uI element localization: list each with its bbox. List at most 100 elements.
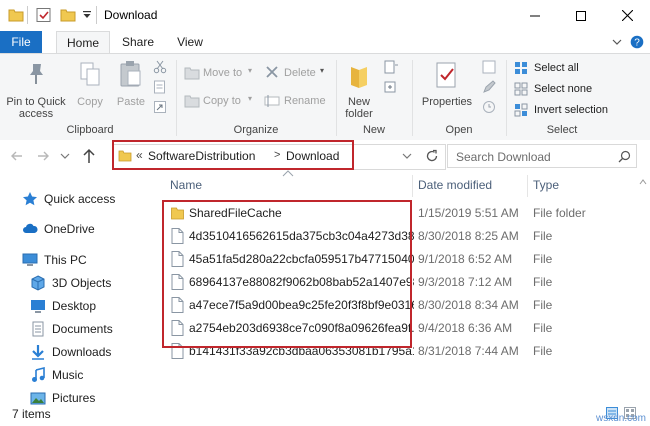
delete-x-icon: [266, 66, 278, 78]
nav-documents[interactable]: Documents: [30, 318, 180, 340]
dropdown-arrow-icon: ▾: [320, 66, 325, 75]
nav-label: Pictures: [52, 391, 96, 405]
nav-music[interactable]: Music: [30, 364, 180, 386]
copy-label: Copy: [77, 96, 103, 108]
move-to-button[interactable]: Move to ▾: [184, 64, 258, 82]
file-type: File folder: [533, 206, 586, 220]
sort-ascending-icon: [282, 170, 294, 177]
file-date-modified: 1/15/2019 5:51 AM: [418, 206, 519, 220]
file-type: File: [533, 229, 553, 243]
copy-to-icon: [184, 95, 200, 108]
select-all-icon: [515, 62, 527, 74]
properties-button[interactable]: Properties: [418, 58, 476, 120]
new-folder-button[interactable]: New folder: [340, 58, 378, 120]
delete-label: Delete: [284, 67, 316, 79]
folder-icon: [8, 9, 24, 22]
easy-access-icon[interactable]: [383, 80, 399, 94]
pin-to-quick-access-button[interactable]: Pin to Quick access: [2, 58, 70, 120]
copy-to-button[interactable]: Copy to ▾: [184, 92, 258, 110]
cut-icon[interactable]: [153, 60, 167, 74]
pin-icon: [30, 64, 43, 84]
file-type: File: [533, 275, 553, 289]
move-to-icon: [184, 67, 200, 80]
select-none-label: Select none: [534, 83, 593, 95]
new-item-icon[interactable]: [383, 60, 399, 74]
copy-to-label: Copy to: [203, 95, 241, 107]
move-to-label: Move to: [203, 67, 243, 79]
rename-button[interactable]: Rename: [264, 92, 332, 110]
pc-icon: [22, 253, 38, 266]
copy-button[interactable]: Copy: [74, 58, 106, 118]
properties-label: Properties: [421, 96, 473, 108]
nav-quick-access[interactable]: Quick access: [22, 188, 172, 210]
select-group-label: Select: [546, 124, 578, 136]
title-bar: Download: [0, 0, 650, 31]
minimize-button[interactable]: [512, 0, 558, 31]
properties-check-icon[interactable]: [36, 8, 52, 22]
search-box[interactable]: Search Download: [447, 144, 637, 168]
status-item-count: 7 items: [12, 407, 51, 421]
pictures-icon: [30, 392, 46, 405]
forward-arrow-icon[interactable]: [36, 149, 50, 163]
file-type: File: [533, 344, 553, 358]
new-folder-label-line1: New: [347, 96, 370, 108]
nav-this-pc[interactable]: This PC: [22, 249, 172, 271]
select-all-button[interactable]: Select all: [514, 60, 610, 78]
column-header-type[interactable]: Type: [533, 178, 559, 192]
invert-selection-button[interactable]: Invert selection: [514, 102, 644, 120]
maximize-icon: [576, 10, 586, 21]
customize-dropdown-icon[interactable]: [82, 8, 92, 22]
collapse-ribbon-icon[interactable]: [612, 37, 622, 47]
address-highlight-box: [112, 140, 354, 170]
recent-locations-icon[interactable]: [60, 152, 70, 160]
new-folder-label-line2: folder: [345, 108, 373, 120]
tab-file[interactable]: File: [0, 31, 42, 53]
clipboard-group-label: Clipboard: [66, 124, 114, 136]
ribbon-separator: [176, 60, 177, 136]
column-divider: [412, 175, 413, 197]
column-header-date-modified[interactable]: Date modified: [418, 178, 492, 192]
rename-icon: [264, 95, 280, 107]
back-arrow-icon[interactable]: [10, 149, 24, 163]
paste-button[interactable]: Paste: [112, 58, 150, 118]
nav-downloads[interactable]: Downloads: [30, 341, 180, 363]
select-all-label: Select all: [534, 62, 579, 74]
tab-home[interactable]: Home: [56, 31, 110, 53]
copy-icon: [80, 62, 100, 86]
dropdown-arrow-icon: ▾: [248, 66, 253, 75]
help-icon[interactable]: ?: [630, 35, 644, 49]
file-date-modified: 9/1/2018 6:52 AM: [418, 252, 513, 266]
tab-view[interactable]: View: [168, 31, 212, 53]
address-dropdown-icon[interactable]: [402, 152, 412, 160]
watermark: wsxdn.com: [595, 413, 646, 424]
tab-share[interactable]: Share: [116, 31, 160, 53]
history-icon[interactable]: [482, 100, 496, 114]
open-icon[interactable]: [482, 60, 496, 74]
file-type: File: [533, 321, 553, 335]
copy-path-icon[interactable]: [153, 80, 167, 94]
nav-label: Music: [52, 368, 84, 382]
column-header-name[interactable]: Name: [170, 178, 202, 192]
up-arrow-icon[interactable]: [82, 148, 96, 164]
pin-label-line1: Pin to Quick: [6, 96, 66, 108]
new-folder-icon[interactable]: [60, 8, 76, 22]
maximize-button[interactable]: [558, 0, 604, 31]
delete-button[interactable]: Delete ▾: [264, 64, 332, 82]
select-none-button[interactable]: Select none: [514, 81, 610, 99]
nav-3d-objects[interactable]: 3D Objects: [30, 272, 180, 294]
edit-icon[interactable]: [482, 80, 496, 94]
scroll-up-icon[interactable]: [639, 179, 647, 185]
organize-group-label: Organize: [233, 124, 279, 136]
svg-text:?: ?: [634, 38, 640, 49]
desktop-icon: [31, 300, 45, 313]
divider: [27, 6, 28, 24]
close-button[interactable]: [604, 0, 650, 31]
nav-label: OneDrive: [44, 222, 95, 236]
vertical-scrollbar[interactable]: [636, 175, 650, 405]
nav-pictures[interactable]: Pictures: [30, 387, 180, 409]
paste-shortcut-icon[interactable]: [153, 100, 167, 114]
refresh-icon[interactable]: [424, 148, 440, 164]
nav-onedrive[interactable]: OneDrive: [22, 218, 172, 240]
nav-desktop[interactable]: Desktop: [30, 295, 180, 317]
new-group-label: New: [362, 124, 385, 136]
